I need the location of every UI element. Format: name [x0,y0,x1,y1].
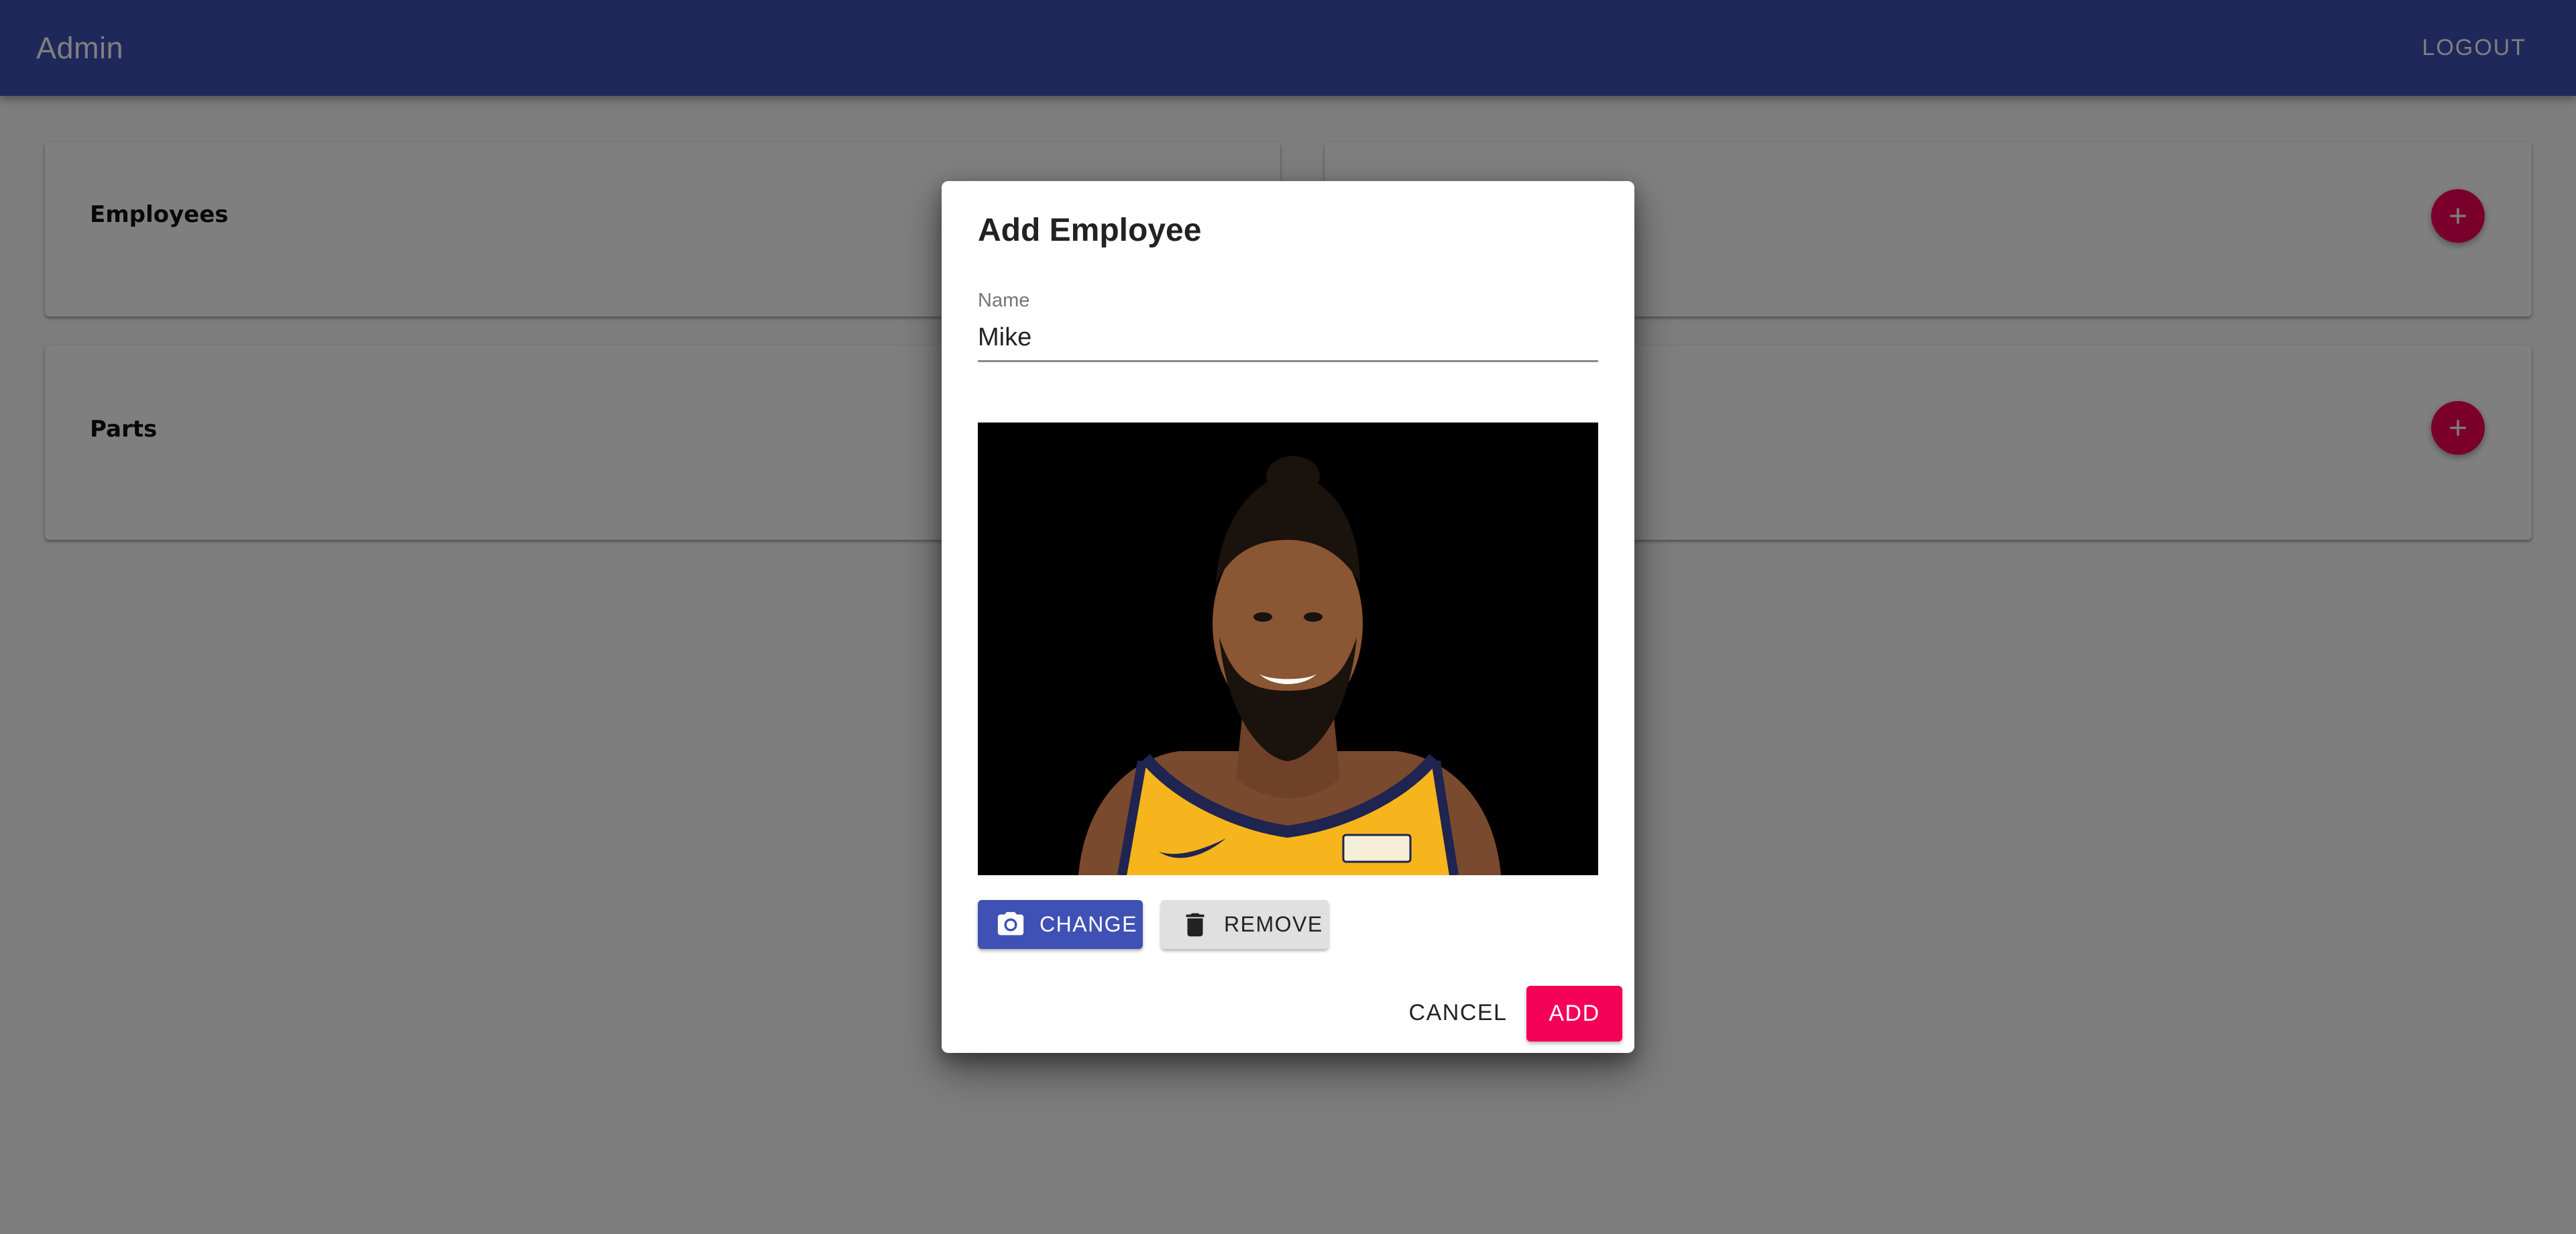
camera-icon [997,911,1024,935]
name-input[interactable] [978,315,1598,362]
change-button-label: CHANGE [1040,912,1137,936]
dialog-title: Add Employee [978,213,1202,248]
add-button[interactable]: ADD [1526,986,1622,1042]
change-photo-button[interactable]: CHANGE [978,900,1143,949]
remove-photo-button[interactable]: REMOVE [1161,900,1329,949]
add-employee-dialog: Add Employee Name Mike CHANGE REMOVE CAN… [942,181,1634,1053]
name-field-label: Name [978,290,1030,311]
remove-button-label: REMOVE [1224,912,1323,936]
employee-photo [978,423,1598,875]
cancel-button[interactable]: CANCEL [1404,986,1512,1040]
trash-icon [1186,913,1205,936]
